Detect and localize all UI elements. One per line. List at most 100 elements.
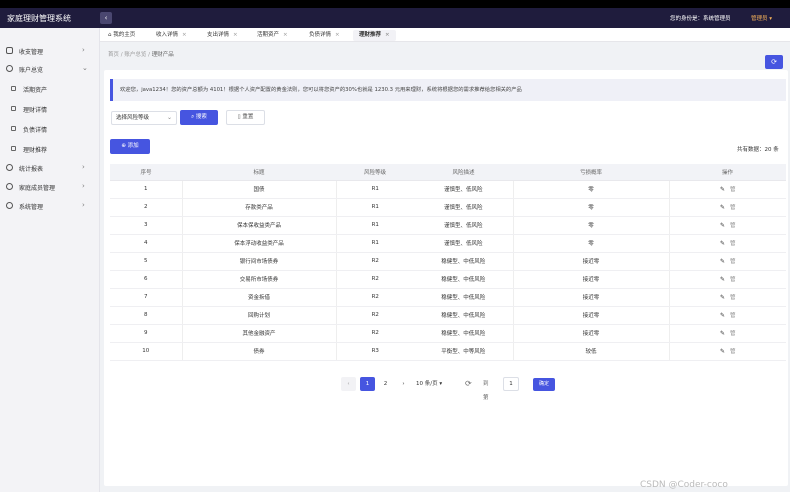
cell-risk-level: R1 [336, 198, 414, 217]
pencil-icon[interactable]: ✎ [720, 330, 725, 337]
chevron-down-icon: ⌄ [82, 64, 88, 72]
delete-button[interactable]: 管 [730, 223, 736, 229]
close-icon[interactable]: × [335, 32, 340, 38]
cell-risk-desc: 稳健型、中低风险 [414, 306, 513, 325]
tab-income[interactable]: 收入详情 × [150, 30, 193, 41]
cell-title: 保本保收益类产品 [181, 216, 337, 235]
table-row: 8 回购计划 R2 稳健型、中低风险 接近零 ✎ 管 [110, 306, 786, 325]
delete-button[interactable]: 管 [730, 331, 736, 337]
table-row: 1 国债 R1 谨慎型、低风险零 ✎ 管 [110, 180, 786, 199]
close-icon[interactable]: × [385, 32, 390, 38]
sidebar: 收支管理 › 账户总览 ⌄ 活期资产 理财详情 负债详情 理财推荐 统计报表 › [0, 28, 100, 492]
cell-title: 交易所市场债券 [181, 270, 337, 289]
risk-level-select[interactable]: 选择风险等级 ⌄ [111, 111, 177, 125]
delete-button[interactable]: 管 [730, 277, 736, 283]
goto-confirm-button[interactable]: 确定 [533, 378, 555, 391]
cell-risk-desc: 谨慎型、低风险 [414, 180, 513, 199]
dollar-icon [11, 86, 16, 91]
delete-button[interactable]: 管 [730, 241, 736, 247]
pencil-icon[interactable]: ✎ [720, 186, 725, 193]
pencil-icon[interactable]: ✎ [720, 222, 725, 229]
cell-loss-prob: 较低 [512, 342, 670, 361]
pencil-icon[interactable]: ✎ [720, 294, 725, 301]
sidebar-item-current-assets[interactable]: 活期资产 [0, 80, 100, 98]
sidebar-item-income-expense[interactable]: 收支管理 › [0, 42, 100, 60]
page-button[interactable]: 1 [360, 377, 375, 391]
gear-icon [6, 202, 13, 209]
sidebar-item-system[interactable]: 系统管理 › [0, 197, 100, 215]
delete-button[interactable]: 管 [730, 313, 736, 319]
cell-risk-level: R2 [336, 270, 414, 289]
table-row: 9 其他金融资产 R2 稳健型、中低风险 接近零 ✎ 管 [110, 324, 786, 343]
dollar-icon [11, 146, 16, 151]
dollar-icon [11, 126, 16, 131]
cell-actions: ✎ 管 [669, 234, 786, 253]
user-menu[interactable]: 管理员 ▾ [751, 14, 772, 22]
chevron-down-icon: ▾ [439, 381, 443, 387]
column-header: 风险描述 [414, 164, 513, 181]
delete-button[interactable]: 管 [730, 349, 736, 355]
tab-label: 负债详情 [309, 32, 332, 38]
next-page-button[interactable]: › [396, 377, 411, 391]
sidebar-item-reports[interactable]: 统计报表 › [0, 159, 100, 177]
cell-id: 10 [110, 342, 182, 361]
tab-label: 收入详情 [156, 32, 179, 38]
tab-expense[interactable]: 支出详情 × [201, 30, 244, 41]
sidebar-item-accounts[interactable]: 账户总览 ⌄ [0, 60, 100, 78]
cell-risk-level: R1 [336, 180, 414, 199]
sidebar-item-liabilities[interactable]: 负债详情 [0, 120, 100, 138]
page-button[interactable]: 2 [378, 377, 393, 391]
top-header: 家庭理财管理系统 ‹ 您的身份是：系统管理员 管理员 ▾ [0, 8, 790, 28]
page-size-select[interactable]: 10 条/页 ▾ [416, 377, 462, 391]
sidebar-item-recommendations[interactable]: 理财推荐 [0, 140, 100, 158]
column-header: 序号 [110, 164, 182, 181]
pencil-icon[interactable]: ✎ [720, 204, 725, 211]
breadcrumb-separator: / [148, 52, 150, 58]
pencil-icon[interactable]: ✎ [720, 312, 725, 319]
close-icon[interactable]: × [283, 32, 288, 38]
breadcrumb-home[interactable]: 首页 [108, 52, 119, 58]
pencil-icon[interactable]: ✎ [720, 276, 725, 283]
sidebar-item-wealth-details[interactable]: 理财详情 [0, 100, 100, 118]
chevron-left-icon[interactable]: ‹ [100, 12, 112, 24]
delete-button[interactable]: 管 [730, 205, 736, 211]
delete-button[interactable]: 管 [730, 259, 736, 265]
tab-home[interactable]: ⌂ 我的主页 [102, 30, 141, 41]
refresh-icon[interactable]: ⟳ [765, 55, 783, 69]
close-icon[interactable]: × [233, 32, 238, 38]
cell-loss-prob: 零 [512, 234, 670, 253]
cell-actions: ✎ 管 [669, 198, 786, 217]
close-icon[interactable]: × [182, 32, 187, 38]
prev-page-button[interactable]: ‹ [341, 377, 356, 391]
column-header: 亏损概率 [513, 164, 669, 181]
tab-recommendations[interactable]: 理财推荐 × [353, 30, 396, 41]
cell-id: 8 [110, 306, 182, 325]
cell-id: 6 [110, 270, 182, 289]
sidebar-item-family[interactable]: 家庭成员管理 › [0, 178, 100, 196]
delete-button[interactable]: 管 [730, 295, 736, 301]
breadcrumb-section[interactable]: 账户总览 [124, 52, 146, 58]
refresh-icon[interactable]: ⟳ [465, 377, 472, 391]
identity-text: 您的身份是：系统管理员 [670, 16, 731, 22]
cell-risk-desc: 稳健型、中低风险 [414, 324, 513, 343]
sidebar-item-label: 理财详情 [23, 107, 48, 114]
goto-page-input[interactable]: 1 [503, 377, 519, 391]
tab-current-assets[interactable]: 活期资产 × [251, 30, 294, 41]
tab-label: 理财推荐 [359, 32, 382, 38]
add-button[interactable]: ⊕ 添加 [110, 139, 150, 154]
pencil-icon[interactable]: ✎ [720, 348, 725, 355]
cell-risk-desc: 稳健型、中低风险 [414, 288, 513, 307]
pencil-icon[interactable]: ✎ [720, 258, 725, 265]
dollar-icon [11, 106, 16, 111]
pencil-icon[interactable]: ✎ [720, 240, 725, 247]
tab-liabilities[interactable]: 负债详情 × [303, 30, 346, 41]
reset-button[interactable]: ▯ 重置 [226, 110, 265, 125]
sidebar-item-label: 系统管理 [19, 204, 44, 211]
cell-loss-prob: 接近零 [512, 252, 670, 271]
delete-button[interactable]: 管 [730, 187, 736, 193]
cell-loss-prob: 零 [512, 180, 670, 199]
cell-loss-prob: 接近零 [512, 270, 670, 289]
products-table: 序号 标题 风险等级 风险描述 亏损概率 操作 1 国债 R1 谨慎型、低风险零 ✎ 管 2… [110, 164, 786, 361]
cell-title: 存款类产品 [181, 198, 337, 217]
search-button[interactable]: ⌕ 搜索 [180, 110, 218, 125]
